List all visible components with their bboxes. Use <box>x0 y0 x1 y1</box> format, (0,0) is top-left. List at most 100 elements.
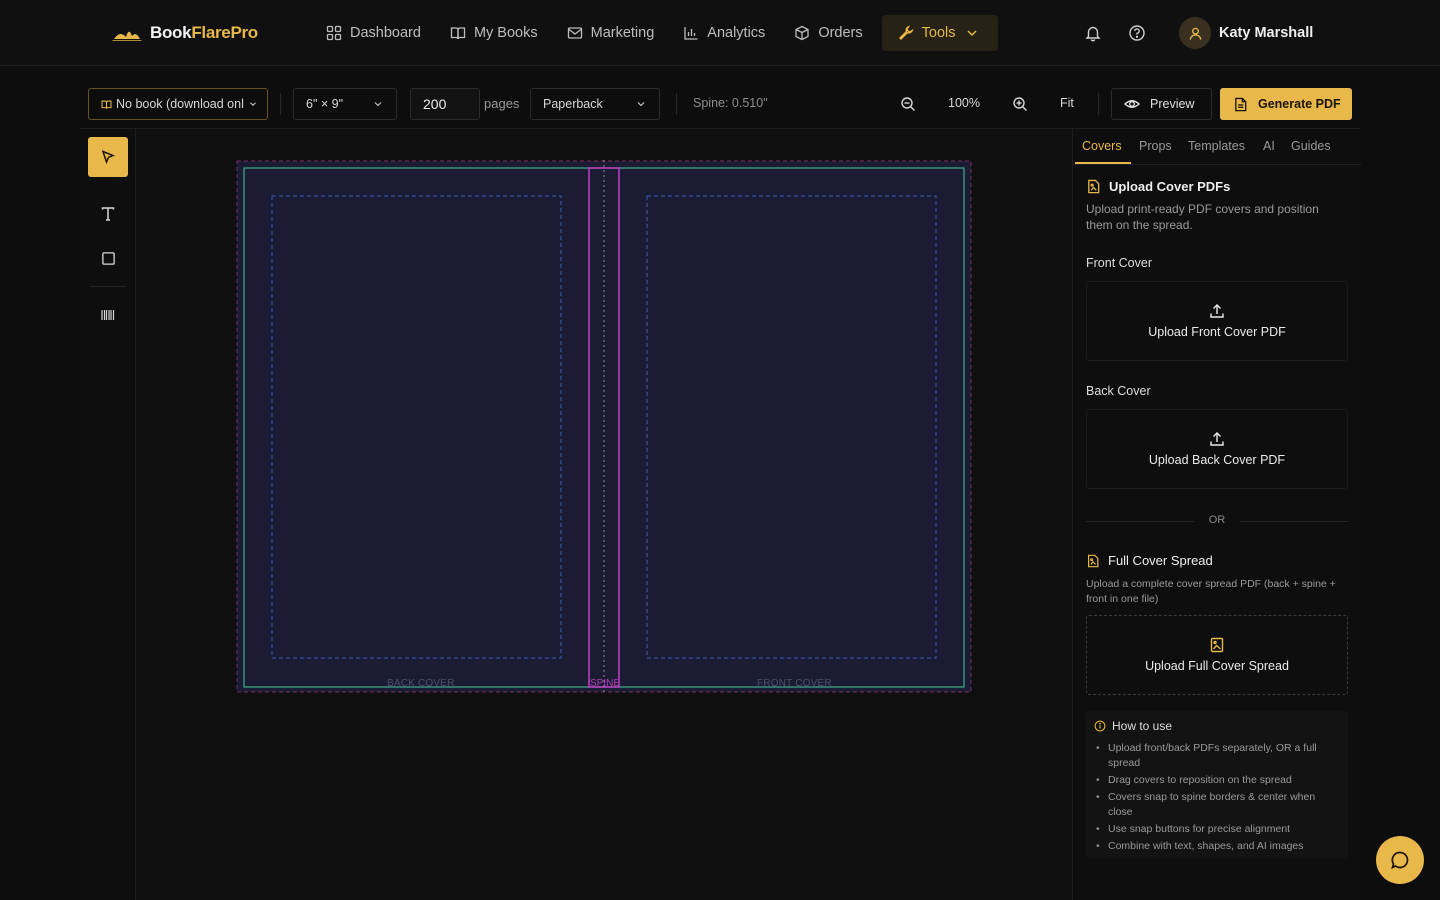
upload-cover-heading: Upload Cover PDFs <box>1086 179 1230 194</box>
toolbar-divider <box>676 93 677 115</box>
upload-cover-description: Upload print-ready PDF covers and positi… <box>1086 202 1319 232</box>
rail-divider <box>90 286 126 287</box>
generate-pdf-label: Generate PDF <box>1258 97 1341 111</box>
wrench-icon <box>898 25 914 41</box>
zoom-in-button[interactable] <box>1012 96 1028 112</box>
user-name: Katy Marshall <box>1219 25 1314 41</box>
nav-my-books[interactable]: My Books <box>436 15 552 51</box>
panel-tabs: Covers Props Templates AI Guides <box>1073 129 1361 165</box>
eye-icon <box>1124 96 1140 112</box>
preview-button[interactable]: Preview <box>1111 88 1212 120</box>
full-spread-heading: Full Cover Spread <box>1086 553 1213 568</box>
editor-toolbar: No book (download only) 6" × 9" 200 page… <box>80 66 1360 129</box>
book-icon <box>101 99 112 110</box>
book-open-icon <box>450 25 466 41</box>
notifications-button[interactable] <box>1084 24 1102 42</box>
spine-label: SPINE <box>590 678 621 689</box>
box-icon <box>794 25 810 41</box>
upload-front-cover-button[interactable]: Upload Front Cover PDF <box>1086 281 1348 361</box>
brand-logo[interactable]: BookFlarePro <box>112 22 258 44</box>
upload-back-cover-label: Upload Back Cover PDF <box>1148 453 1286 467</box>
full-spread-description: Upload a complete cover spread PDF (back… <box>1086 578 1336 605</box>
file-text-icon <box>1233 97 1248 112</box>
fit-button[interactable]: Fit <box>1060 96 1074 110</box>
file-image-icon <box>1086 554 1100 568</box>
upload-full-spread-label: Upload Full Cover Spread <box>1145 659 1289 673</box>
or-divider: OR <box>1086 513 1348 529</box>
list-item: Upload front/back PDFs separately, OR a … <box>1094 741 1342 771</box>
nav-analytics[interactable]: Analytics <box>669 15 779 51</box>
tab-templates[interactable]: Templates <box>1188 139 1245 153</box>
zoom-level: 100% <box>948 96 980 110</box>
toolbar-divider <box>280 93 281 115</box>
upload-cover-title: Upload Cover PDFs <box>1109 179 1231 194</box>
book-select[interactable]: No book (download only) <box>88 88 268 120</box>
page-count-value: 200 <box>423 96 447 112</box>
bar-chart-icon <box>683 25 699 41</box>
nav-marketing[interactable]: Marketing <box>553 15 669 51</box>
how-to-use-list: Upload front/back PDFs separately, OR a … <box>1094 741 1342 856</box>
generate-pdf-button[interactable]: Generate PDF <box>1220 88 1352 120</box>
nav-tools-label: Tools <box>921 25 956 41</box>
list-item: Covers snap to spine borders & center wh… <box>1094 790 1342 820</box>
active-tab-indicator <box>1075 162 1131 164</box>
barcode-icon <box>100 307 116 323</box>
nav-dashboard-label: Dashboard <box>350 25 421 41</box>
upload-front-cover-label: Upload Front Cover PDF <box>1148 325 1286 339</box>
zoom-out-icon <box>900 96 916 112</box>
chevron-down-icon <box>635 98 647 110</box>
trim-size-value: 6" × 9" <box>306 97 344 111</box>
binding-select[interactable]: Paperback <box>530 88 660 120</box>
back-cover-label: BACK COVER <box>387 678 455 689</box>
toolbar-divider <box>1098 93 1099 115</box>
tool-rail <box>80 129 136 900</box>
nav-dashboard[interactable]: Dashboard <box>312 15 435 51</box>
upload-full-spread-button[interactable]: Upload Full Cover Spread <box>1086 615 1348 695</box>
full-spread-title: Full Cover Spread <box>1108 553 1213 568</box>
tab-guides[interactable]: Guides <box>1291 139 1331 153</box>
tab-props[interactable]: Props <box>1139 139 1172 153</box>
grid-icon <box>326 25 342 41</box>
front-cover-field-label: Front Cover <box>1086 256 1152 270</box>
chat-bubble-icon <box>1390 850 1410 870</box>
user-menu[interactable]: Katy Marshall <box>1179 17 1313 49</box>
help-button[interactable] <box>1128 24 1146 42</box>
top-navbar: BookFlarePro Dashboard My Books Marketin… <box>0 0 1440 66</box>
nav-marketing-label: Marketing <box>590 25 655 41</box>
help-circle-icon <box>1128 24 1146 42</box>
barcode-tool-button[interactable] <box>88 295 128 335</box>
upload-back-cover-button[interactable]: Upload Back Cover PDF <box>1086 409 1348 489</box>
user-icon <box>1188 26 1203 41</box>
chat-support-button[interactable] <box>1376 836 1424 884</box>
cursor-arrow-icon <box>100 149 116 165</box>
shape-tool-button[interactable] <box>88 238 128 278</box>
file-image-icon <box>1086 179 1101 194</box>
nav-orders-label: Orders <box>818 25 863 41</box>
flame-logo-icon <box>112 24 142 42</box>
image-file-icon <box>1209 637 1225 653</box>
square-icon <box>101 251 116 266</box>
nav-tools[interactable]: Tools <box>881 15 998 51</box>
brand-name: BookFlarePro <box>150 23 258 42</box>
pages-label: pages <box>484 96 520 111</box>
bell-icon <box>1084 24 1102 42</box>
upload-icon <box>1209 431 1225 447</box>
front-cover-label: FRONT COVER <box>757 678 832 689</box>
how-to-use-box: How to use Upload front/back PDFs separa… <box>1086 711 1348 859</box>
nav-orders[interactable]: Orders <box>780 15 876 51</box>
how-to-use-title: How to use <box>1112 719 1173 733</box>
cover-spread[interactable] <box>236 160 974 696</box>
back-cover-field-label: Back Cover <box>1086 384 1151 398</box>
tab-covers[interactable]: Covers <box>1082 139 1122 153</box>
zoom-out-button[interactable] <box>900 96 916 112</box>
book-select-value: No book (download only) <box>116 97 244 111</box>
select-tool-button[interactable] <box>88 137 128 177</box>
list-item: Use snap buttons for precise alignment <box>1094 822 1342 837</box>
mail-icon <box>567 25 583 41</box>
text-tool-button[interactable] <box>88 194 128 234</box>
properties-panel: Covers Props Templates AI Guides Upload … <box>1072 129 1361 900</box>
chevron-down-icon <box>248 99 258 109</box>
page-count-input[interactable]: 200 <box>410 88 480 120</box>
trim-size-select[interactable]: 6" × 9" <box>293 88 397 120</box>
tab-ai[interactable]: AI <box>1263 139 1275 153</box>
